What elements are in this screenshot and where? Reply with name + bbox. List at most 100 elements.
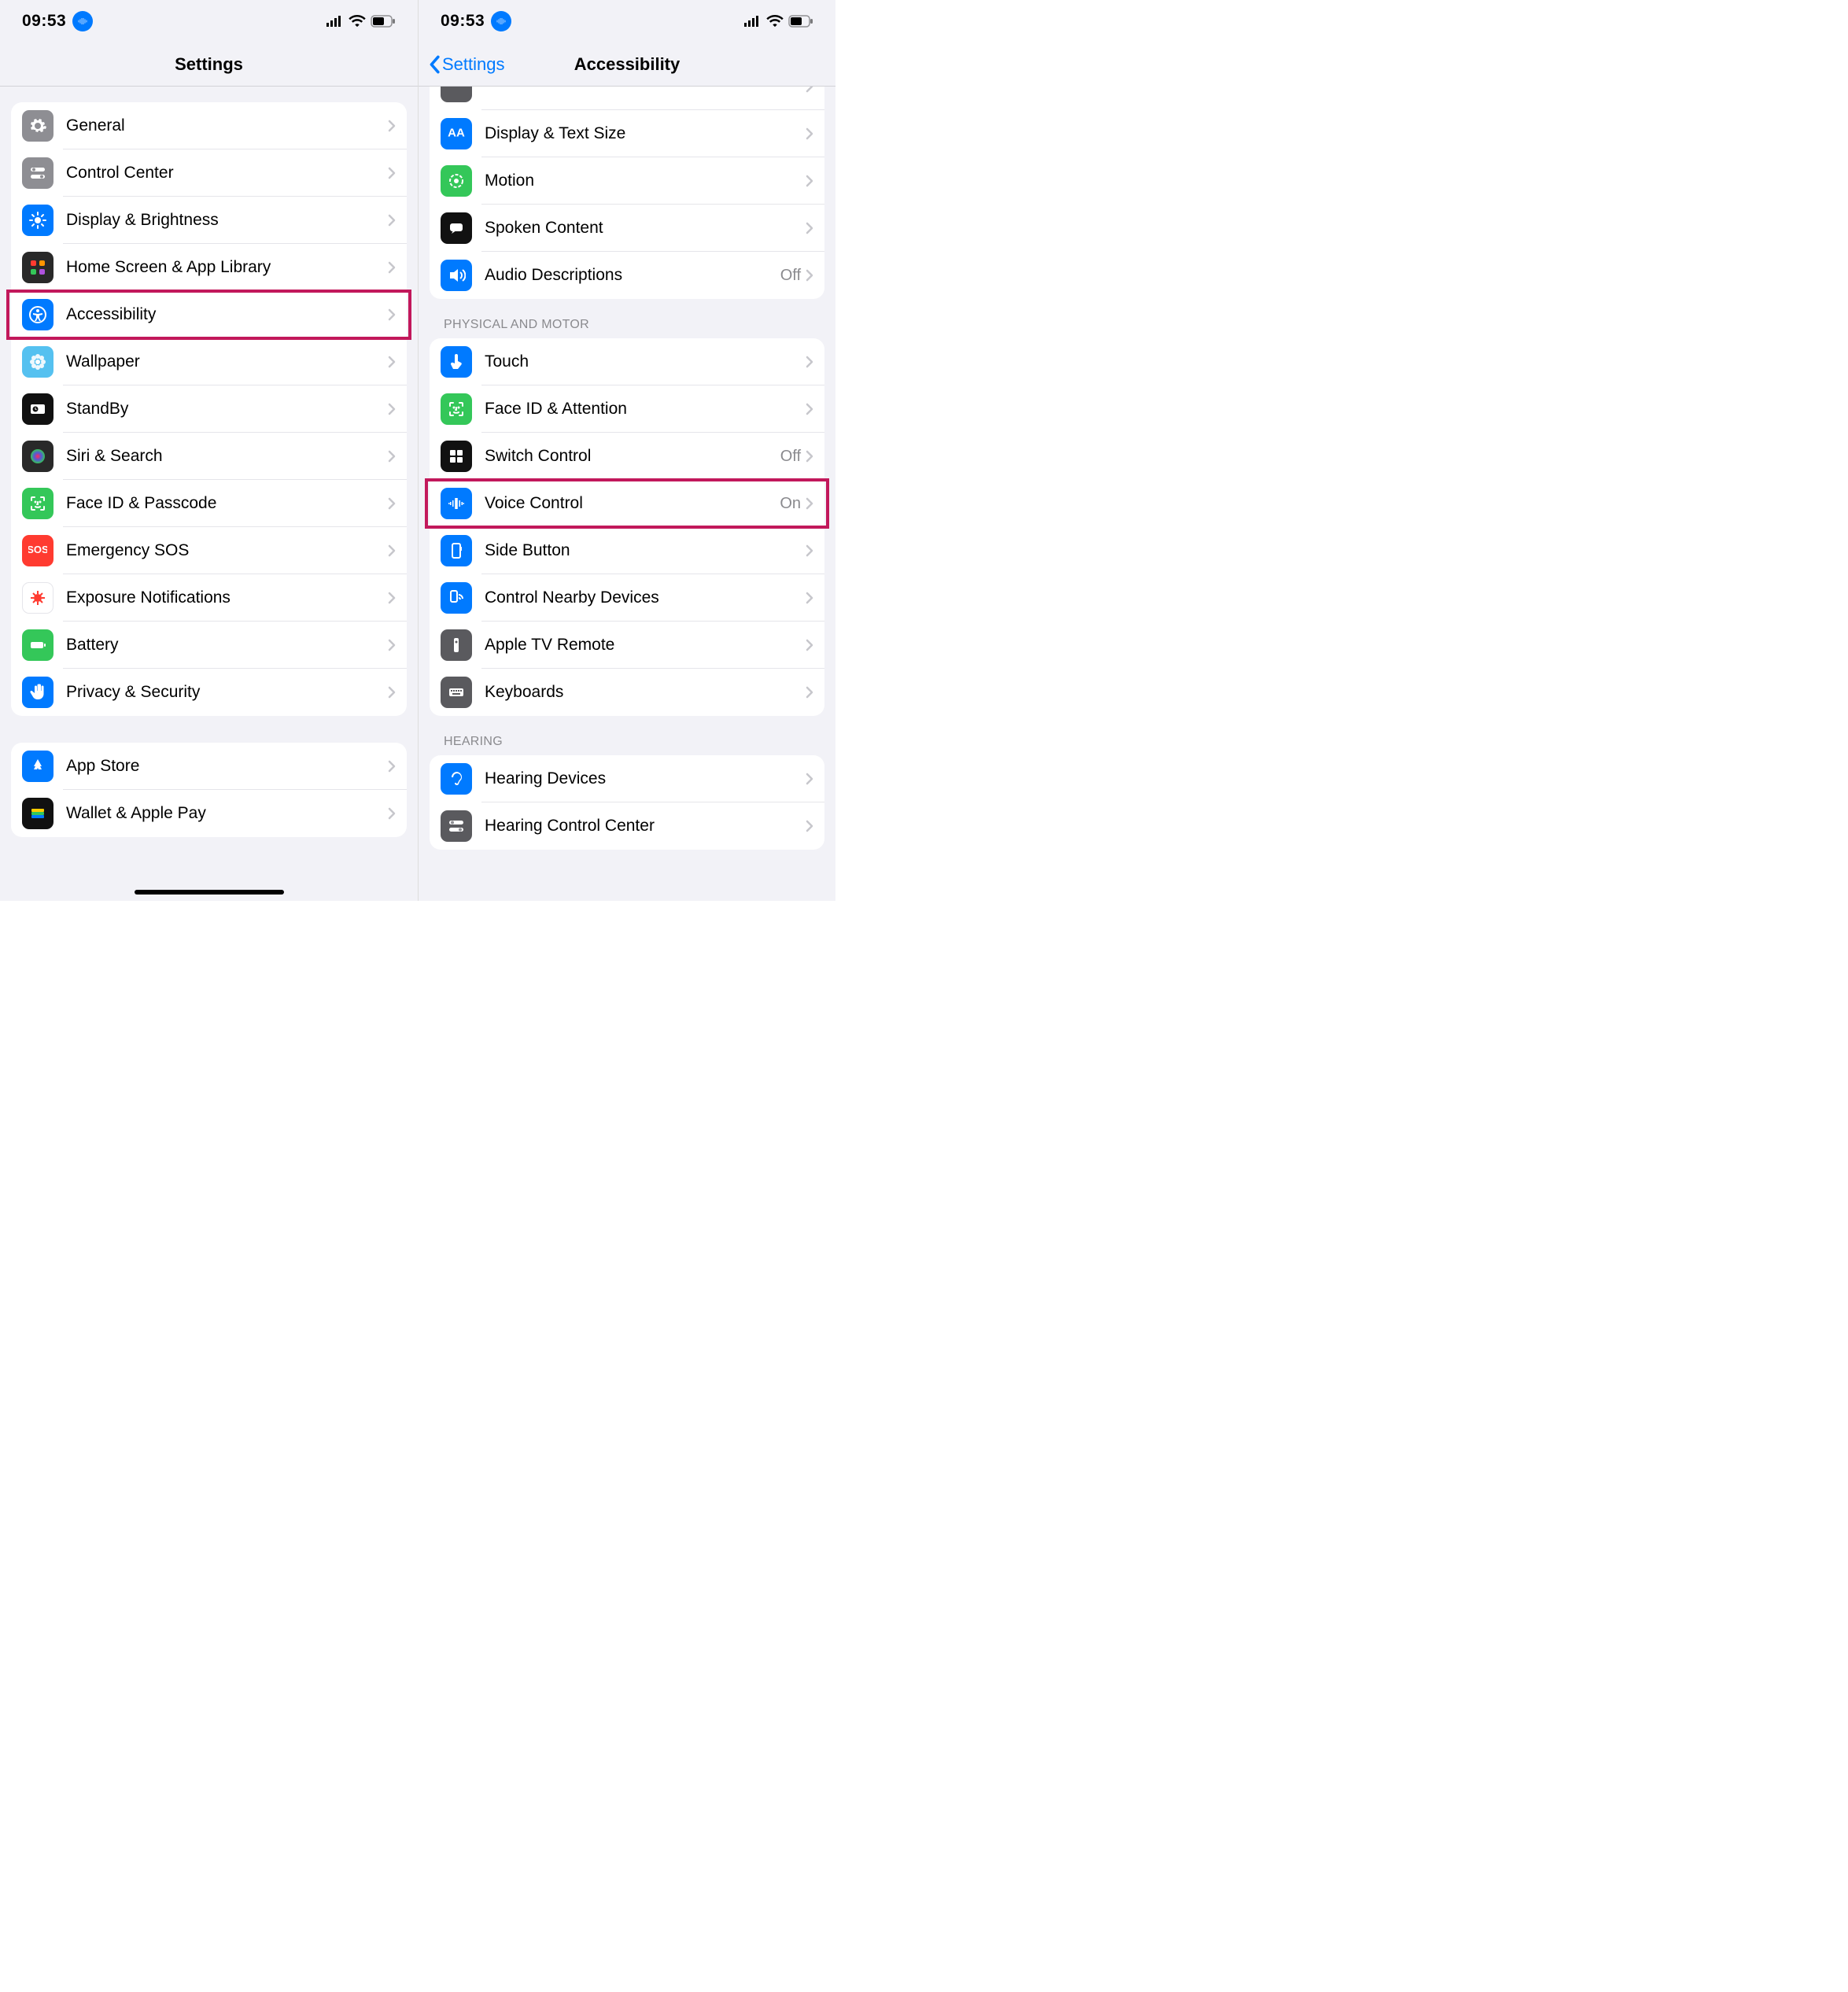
row-privacy[interactable]: Privacy & Security bbox=[11, 669, 407, 716]
accessibility-content[interactable]: AA Display & Text Size Motion Spoken Conten… bbox=[419, 87, 835, 901]
row-label: General bbox=[66, 116, 388, 135]
row-label: Motion bbox=[485, 172, 806, 190]
chevron-right-icon bbox=[388, 592, 396, 604]
chevron-right-icon bbox=[806, 497, 813, 510]
row-hearing-devices[interactable]: Hearing Devices bbox=[430, 755, 824, 802]
row-siri[interactable]: Siri & Search bbox=[11, 433, 407, 480]
row-display-text[interactable]: AA Display & Text Size bbox=[430, 110, 824, 157]
chevron-right-icon bbox=[388, 167, 396, 179]
row-value: Off bbox=[780, 267, 801, 285]
row-nearby[interactable]: Control Nearby Devices bbox=[430, 574, 824, 622]
row-control-center[interactable]: Control Center bbox=[11, 149, 407, 197]
back-label: Settings bbox=[442, 54, 505, 75]
settings-screen: 09:53 Settings GeneralControl CenterDisp… bbox=[0, 0, 418, 901]
row-wallpaper[interactable]: Wallpaper bbox=[11, 338, 407, 385]
row-standby[interactable]: StandBy bbox=[11, 385, 407, 433]
chevron-right-icon bbox=[388, 214, 396, 227]
row-label: Siri & Search bbox=[66, 447, 388, 466]
chevron-right-icon bbox=[806, 639, 813, 651]
remote-icon bbox=[441, 629, 472, 661]
row-label: Voice Control bbox=[485, 494, 780, 513]
chevron-right-icon bbox=[388, 356, 396, 368]
chevron-right-icon bbox=[388, 120, 396, 132]
voice-wave-icon bbox=[441, 488, 472, 519]
row-accessibility[interactable]: Accessibility bbox=[11, 291, 407, 338]
row-faceid[interactable]: Face ID & Passcode bbox=[11, 480, 407, 527]
status-time: 09:53 bbox=[441, 12, 485, 31]
chevron-right-icon bbox=[388, 686, 396, 699]
home-indicator[interactable] bbox=[135, 890, 284, 895]
chevron-right-icon bbox=[806, 269, 813, 282]
row-label: Accessibility bbox=[66, 305, 388, 324]
row-touch[interactable]: Touch bbox=[430, 338, 824, 385]
row-sos[interactable]: SOS Emergency SOS bbox=[11, 527, 407, 574]
row-label: Keyboards bbox=[485, 683, 806, 702]
row-label: Display & Text Size bbox=[485, 124, 806, 143]
row-switch-control[interactable]: Switch ControlOff bbox=[430, 433, 824, 480]
chevron-right-icon bbox=[388, 544, 396, 557]
row-label: Apple TV Remote bbox=[485, 636, 806, 655]
row-home-screen[interactable]: Home Screen & App Library bbox=[11, 244, 407, 291]
chevron-right-icon bbox=[806, 773, 813, 785]
row-label: Control Nearby Devices bbox=[485, 588, 806, 607]
row-keyboards[interactable]: Keyboards bbox=[430, 669, 824, 716]
gear-icon bbox=[22, 110, 53, 142]
row-display[interactable]: Display & Brightness bbox=[11, 197, 407, 244]
accessibility-screen: 09:53 Settings Accessibility AA Display &… bbox=[418, 0, 835, 901]
chevron-right-icon bbox=[388, 308, 396, 321]
clock-rect-icon bbox=[22, 393, 53, 425]
row-label: Wallpaper bbox=[66, 352, 388, 371]
chevron-right-icon bbox=[806, 175, 813, 187]
side-button-icon bbox=[441, 535, 472, 566]
audio-desc-icon bbox=[441, 260, 472, 291]
voice-control-indicator-icon bbox=[491, 11, 511, 31]
row-general[interactable]: General bbox=[11, 102, 407, 149]
row-battery[interactable]: Battery bbox=[11, 622, 407, 669]
row-audio-desc[interactable]: Audio DescriptionsOff bbox=[430, 252, 824, 299]
row-voice-control[interactable]: Voice ControlOn bbox=[430, 480, 824, 527]
nav-bar: Settings bbox=[0, 42, 418, 87]
row-motion[interactable]: Motion bbox=[430, 157, 824, 205]
zoom-icon bbox=[441, 87, 472, 102]
row-tv-remote[interactable]: Apple TV Remote bbox=[430, 622, 824, 669]
wifi-icon bbox=[349, 15, 366, 28]
row-exposure[interactable]: Exposure Notifications bbox=[11, 574, 407, 622]
chevron-right-icon bbox=[388, 403, 396, 415]
nearby-icon bbox=[441, 582, 472, 614]
row-appstore[interactable]: App Store bbox=[11, 743, 407, 790]
row-label: Audio Descriptions bbox=[485, 266, 780, 285]
switches-icon bbox=[22, 157, 53, 189]
row-cutoff[interactable] bbox=[430, 87, 824, 110]
nav-bar: Settings Accessibility bbox=[419, 42, 835, 87]
virus-icon bbox=[22, 582, 53, 614]
row-label: Face ID & Attention bbox=[485, 400, 806, 419]
row-value: Off bbox=[780, 448, 801, 466]
speech-icon bbox=[441, 212, 472, 244]
back-button[interactable]: Settings bbox=[428, 54, 505, 75]
row-side-button[interactable]: Side Button bbox=[430, 527, 824, 574]
row-spoken[interactable]: Spoken Content bbox=[430, 205, 824, 252]
touch-icon bbox=[441, 346, 472, 378]
svg-text:SOS: SOS bbox=[28, 544, 47, 555]
row-label: Side Button bbox=[485, 541, 806, 560]
row-label: Home Screen & App Library bbox=[66, 258, 388, 277]
row-wallet[interactable]: Wallet & Apple Pay bbox=[11, 790, 407, 837]
row-face-attention[interactable]: Face ID & Attention bbox=[430, 385, 824, 433]
row-label: Switch Control bbox=[485, 447, 780, 466]
status-right bbox=[744, 15, 813, 28]
chevron-right-icon bbox=[388, 450, 396, 463]
chevron-right-icon bbox=[806, 403, 813, 415]
vision-group: AA Display & Text Size Motion Spoken Conten… bbox=[430, 87, 824, 299]
row-label: Emergency SOS bbox=[66, 541, 388, 560]
row-label: Face ID & Passcode bbox=[66, 494, 388, 513]
keyboard-icon bbox=[441, 677, 472, 708]
settings-content[interactable]: General Control CenterDisplay & Brightnes… bbox=[0, 87, 418, 901]
row-value: On bbox=[780, 495, 801, 513]
chevron-right-icon bbox=[806, 222, 813, 234]
faceid-icon bbox=[22, 488, 53, 519]
row-label: App Store bbox=[66, 757, 388, 776]
svg-text:AA: AA bbox=[448, 127, 465, 140]
row-hearing-cc[interactable]: Hearing Control Center bbox=[430, 802, 824, 850]
row-label: Exposure Notifications bbox=[66, 588, 388, 607]
row-label: StandBy bbox=[66, 400, 388, 419]
